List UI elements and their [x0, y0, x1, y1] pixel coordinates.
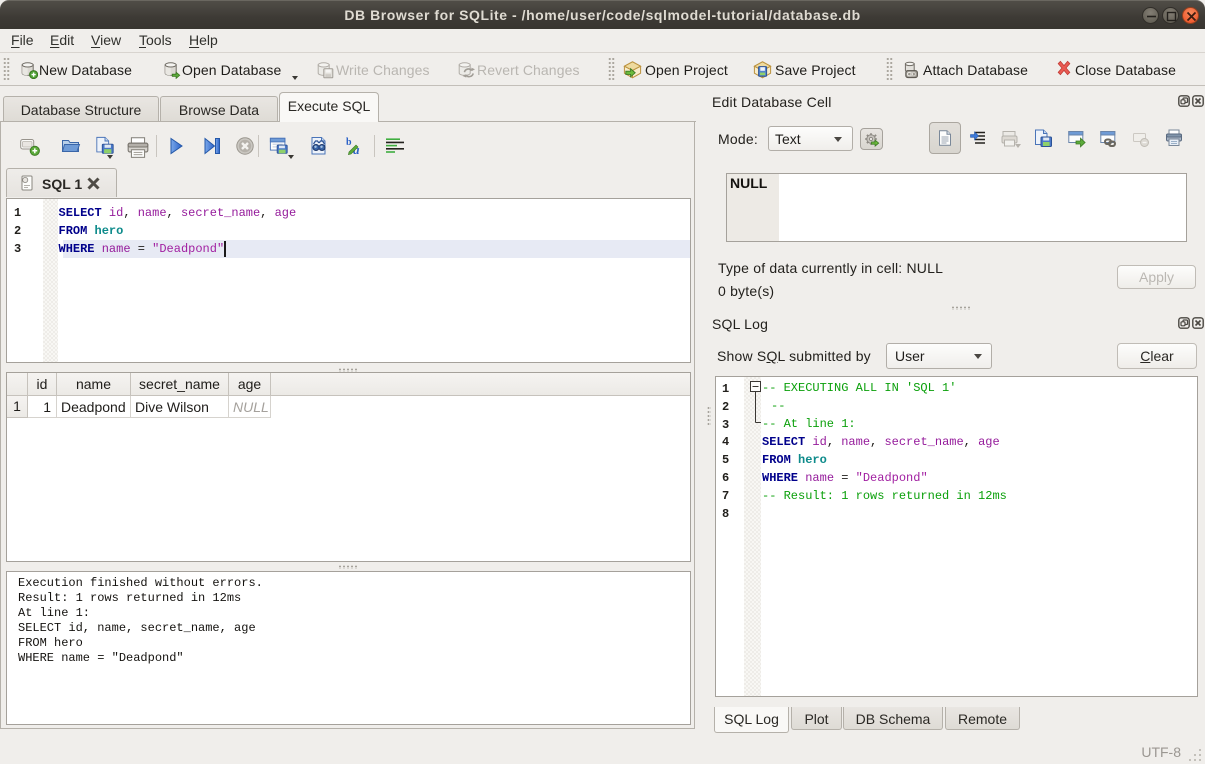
- svg-text:b: b: [346, 137, 352, 148]
